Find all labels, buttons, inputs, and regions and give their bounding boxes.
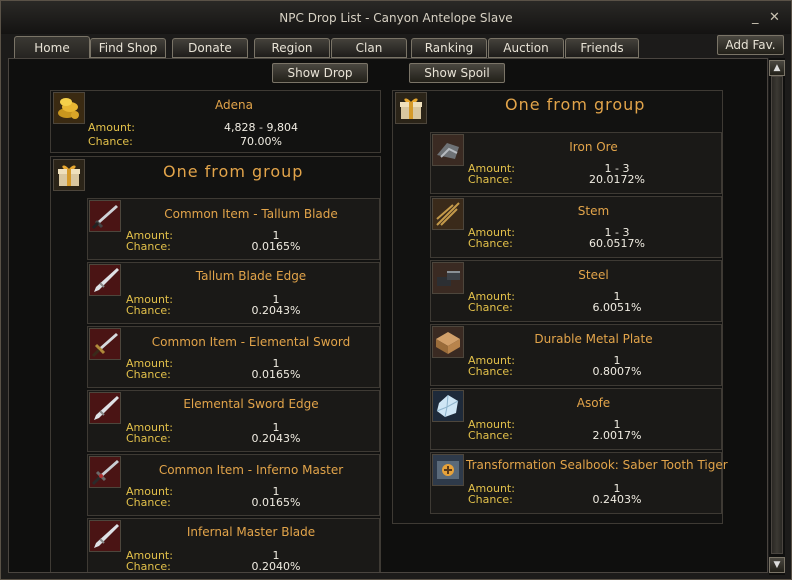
scroll-down-button[interactable]: ▼	[769, 557, 785, 573]
spoil-item-name: Stem	[577, 204, 610, 218]
close-button[interactable]: ✕	[769, 11, 780, 25]
tab-find-shop[interactable]: Find Shop	[90, 38, 166, 58]
chance-label: Chance:	[126, 240, 171, 253]
adena-icon	[53, 92, 85, 124]
chance-label: Chance:	[88, 135, 133, 148]
tab-clan[interactable]: Clan	[331, 38, 407, 58]
chance-label: Chance:	[126, 560, 171, 573]
steel-icon	[432, 262, 464, 294]
adena-drop-box: Adena Amount: Chance: 4,828 - 9,804 70.0…	[50, 90, 381, 153]
list-item: Tallum Blade Edge Amount: Chance: 1 0.20…	[87, 262, 380, 324]
blade-edge-icon	[89, 520, 121, 552]
chance-label: Chance:	[468, 365, 513, 378]
drop-item-chance: 0.2043%	[251, 304, 301, 317]
list-item: Transformation Sealbook: Saber Tooth Tig…	[430, 452, 728, 514]
tab-ranking[interactable]: Ranking	[411, 38, 487, 58]
spoil-group-panel: One from group Iron Ore Amount: Chance: …	[392, 90, 728, 524]
drop-item-chance: 0.2040%	[251, 560, 301, 573]
spoil-item-name: Durable Metal Plate	[534, 332, 653, 346]
list-item: Common Item - Elemental Sword Amount: Ch…	[87, 326, 380, 388]
spoil-item-chance: 2.0017%	[592, 429, 642, 442]
tab-home[interactable]: Home	[14, 36, 90, 60]
chance-label: Chance:	[468, 493, 513, 506]
adena-amount: 4,828 - 9,804	[224, 121, 298, 134]
list-item: Common Item - Inferno Master Amount: Cha…	[87, 454, 380, 516]
npc-drop-list-window: NPC Drop List - Canyon Antelope Slave _ …	[0, 0, 792, 580]
elemental-sword-icon	[89, 328, 121, 360]
chance-label: Chance:	[468, 301, 513, 314]
show-drop-button[interactable]: Show Drop	[272, 63, 368, 83]
drop-group-title: One from group	[163, 162, 304, 181]
metal-plate-icon	[432, 326, 464, 358]
chance-label: Chance:	[126, 432, 171, 445]
list-item: Common Item - Tallum Blade Amount: Chanc…	[87, 198, 380, 260]
spoil-group-title: One from group	[505, 95, 646, 114]
spoil-item-chance: 0.2403%	[592, 493, 642, 506]
drop-item-name: Common Item - Tallum Blade	[164, 207, 338, 221]
drop-item-name: Common Item - Inferno Master	[158, 463, 344, 477]
add-favorite-button[interactable]: Add Fav.	[717, 35, 784, 55]
inferno-master-icon	[89, 456, 121, 488]
sealbook-icon	[432, 454, 464, 486]
list-item: Asofe Amount: Chance: 1 2.0017%	[430, 388, 722, 450]
list-item: Stem Amount: Chance: 1 - 3 60.0517%	[430, 196, 722, 258]
adena-chance: 70.00%	[240, 135, 282, 148]
list-item: Steel Amount: Chance: 1 6.0051%	[430, 260, 722, 322]
scroll-up-button[interactable]: ▲	[769, 60, 785, 76]
drop-item-name: Elemental Sword Edge	[183, 397, 319, 411]
vertical-scrollbar[interactable]: ▲ ▼	[769, 58, 785, 575]
spoil-item-name: Asofe	[576, 396, 611, 410]
chance-label: Chance:	[468, 237, 513, 250]
blade-edge-icon	[89, 264, 121, 296]
stem-icon	[432, 198, 464, 230]
chance-label: Chance:	[468, 429, 513, 442]
spoil-item-name: Iron Ore	[569, 140, 618, 154]
tallum-blade-icon	[89, 200, 121, 232]
chance-label: Chance:	[126, 304, 171, 317]
list-item: Infernal Master Blade Amount: Chance: 1 …	[87, 518, 380, 573]
spoil-item-chance: 6.0051%	[592, 301, 642, 314]
iron-ore-icon	[432, 134, 464, 166]
list-item: Elemental Sword Edge Amount: Chance: 1 0…	[87, 390, 380, 452]
gift-box-icon	[395, 92, 427, 124]
drop-item-chance: 0.0165%	[251, 240, 301, 253]
blade-edge-icon	[89, 392, 121, 424]
drop-item-name: Tallum Blade Edge	[195, 269, 307, 283]
window-title: NPC Drop List - Canyon Antelope Slave	[279, 11, 513, 25]
tab-region[interactable]: Region	[254, 38, 330, 58]
gift-box-icon	[53, 159, 85, 191]
spoil-item-name: Transformation Sealbook: Saber Tooth Tig…	[466, 458, 728, 472]
spoil-item-name: Steel	[578, 268, 609, 282]
drop-item-name: Infernal Master Blade	[186, 525, 316, 539]
drop-item-chance: 0.0165%	[251, 368, 301, 381]
drop-group-panel: One from group Common Item - Tallum Blad…	[50, 156, 381, 573]
list-item: Durable Metal Plate Amount: Chance: 1 0.…	[430, 324, 722, 386]
spoil-item-chance: 0.8007%	[592, 365, 642, 378]
drop-item-chance: 0.0165%	[251, 496, 301, 509]
drop-item-chance: 0.2043%	[251, 432, 301, 445]
spoil-item-chance: 20.0172%	[589, 173, 645, 186]
tab-friends[interactable]: Friends	[565, 38, 639, 58]
chance-label: Chance:	[126, 368, 171, 381]
chance-label: Chance:	[126, 496, 171, 509]
show-spoil-button[interactable]: Show Spoil	[409, 63, 505, 83]
list-item: Iron Ore Amount: Chance: 1 - 3 20.0172%	[430, 132, 722, 194]
minimize-button[interactable]: _	[752, 11, 759, 25]
asofe-icon	[432, 390, 464, 422]
scroll-thumb[interactable]	[771, 76, 783, 554]
content-area: Show Drop Show Spoil Adena Amount: Chanc…	[8, 58, 768, 573]
chance-label: Chance:	[468, 173, 513, 186]
drop-item-name: Common Item - Elemental Sword	[151, 335, 351, 349]
tab-auction[interactable]: Auction	[488, 38, 564, 58]
amount-label: Amount:	[88, 121, 135, 134]
spoil-item-chance: 60.0517%	[589, 237, 645, 250]
adena-name: Adena	[215, 98, 253, 112]
tab-donate[interactable]: Donate	[172, 38, 248, 58]
title-bar[interactable]: NPC Drop List - Canyon Antelope Slave _ …	[1, 1, 791, 34]
